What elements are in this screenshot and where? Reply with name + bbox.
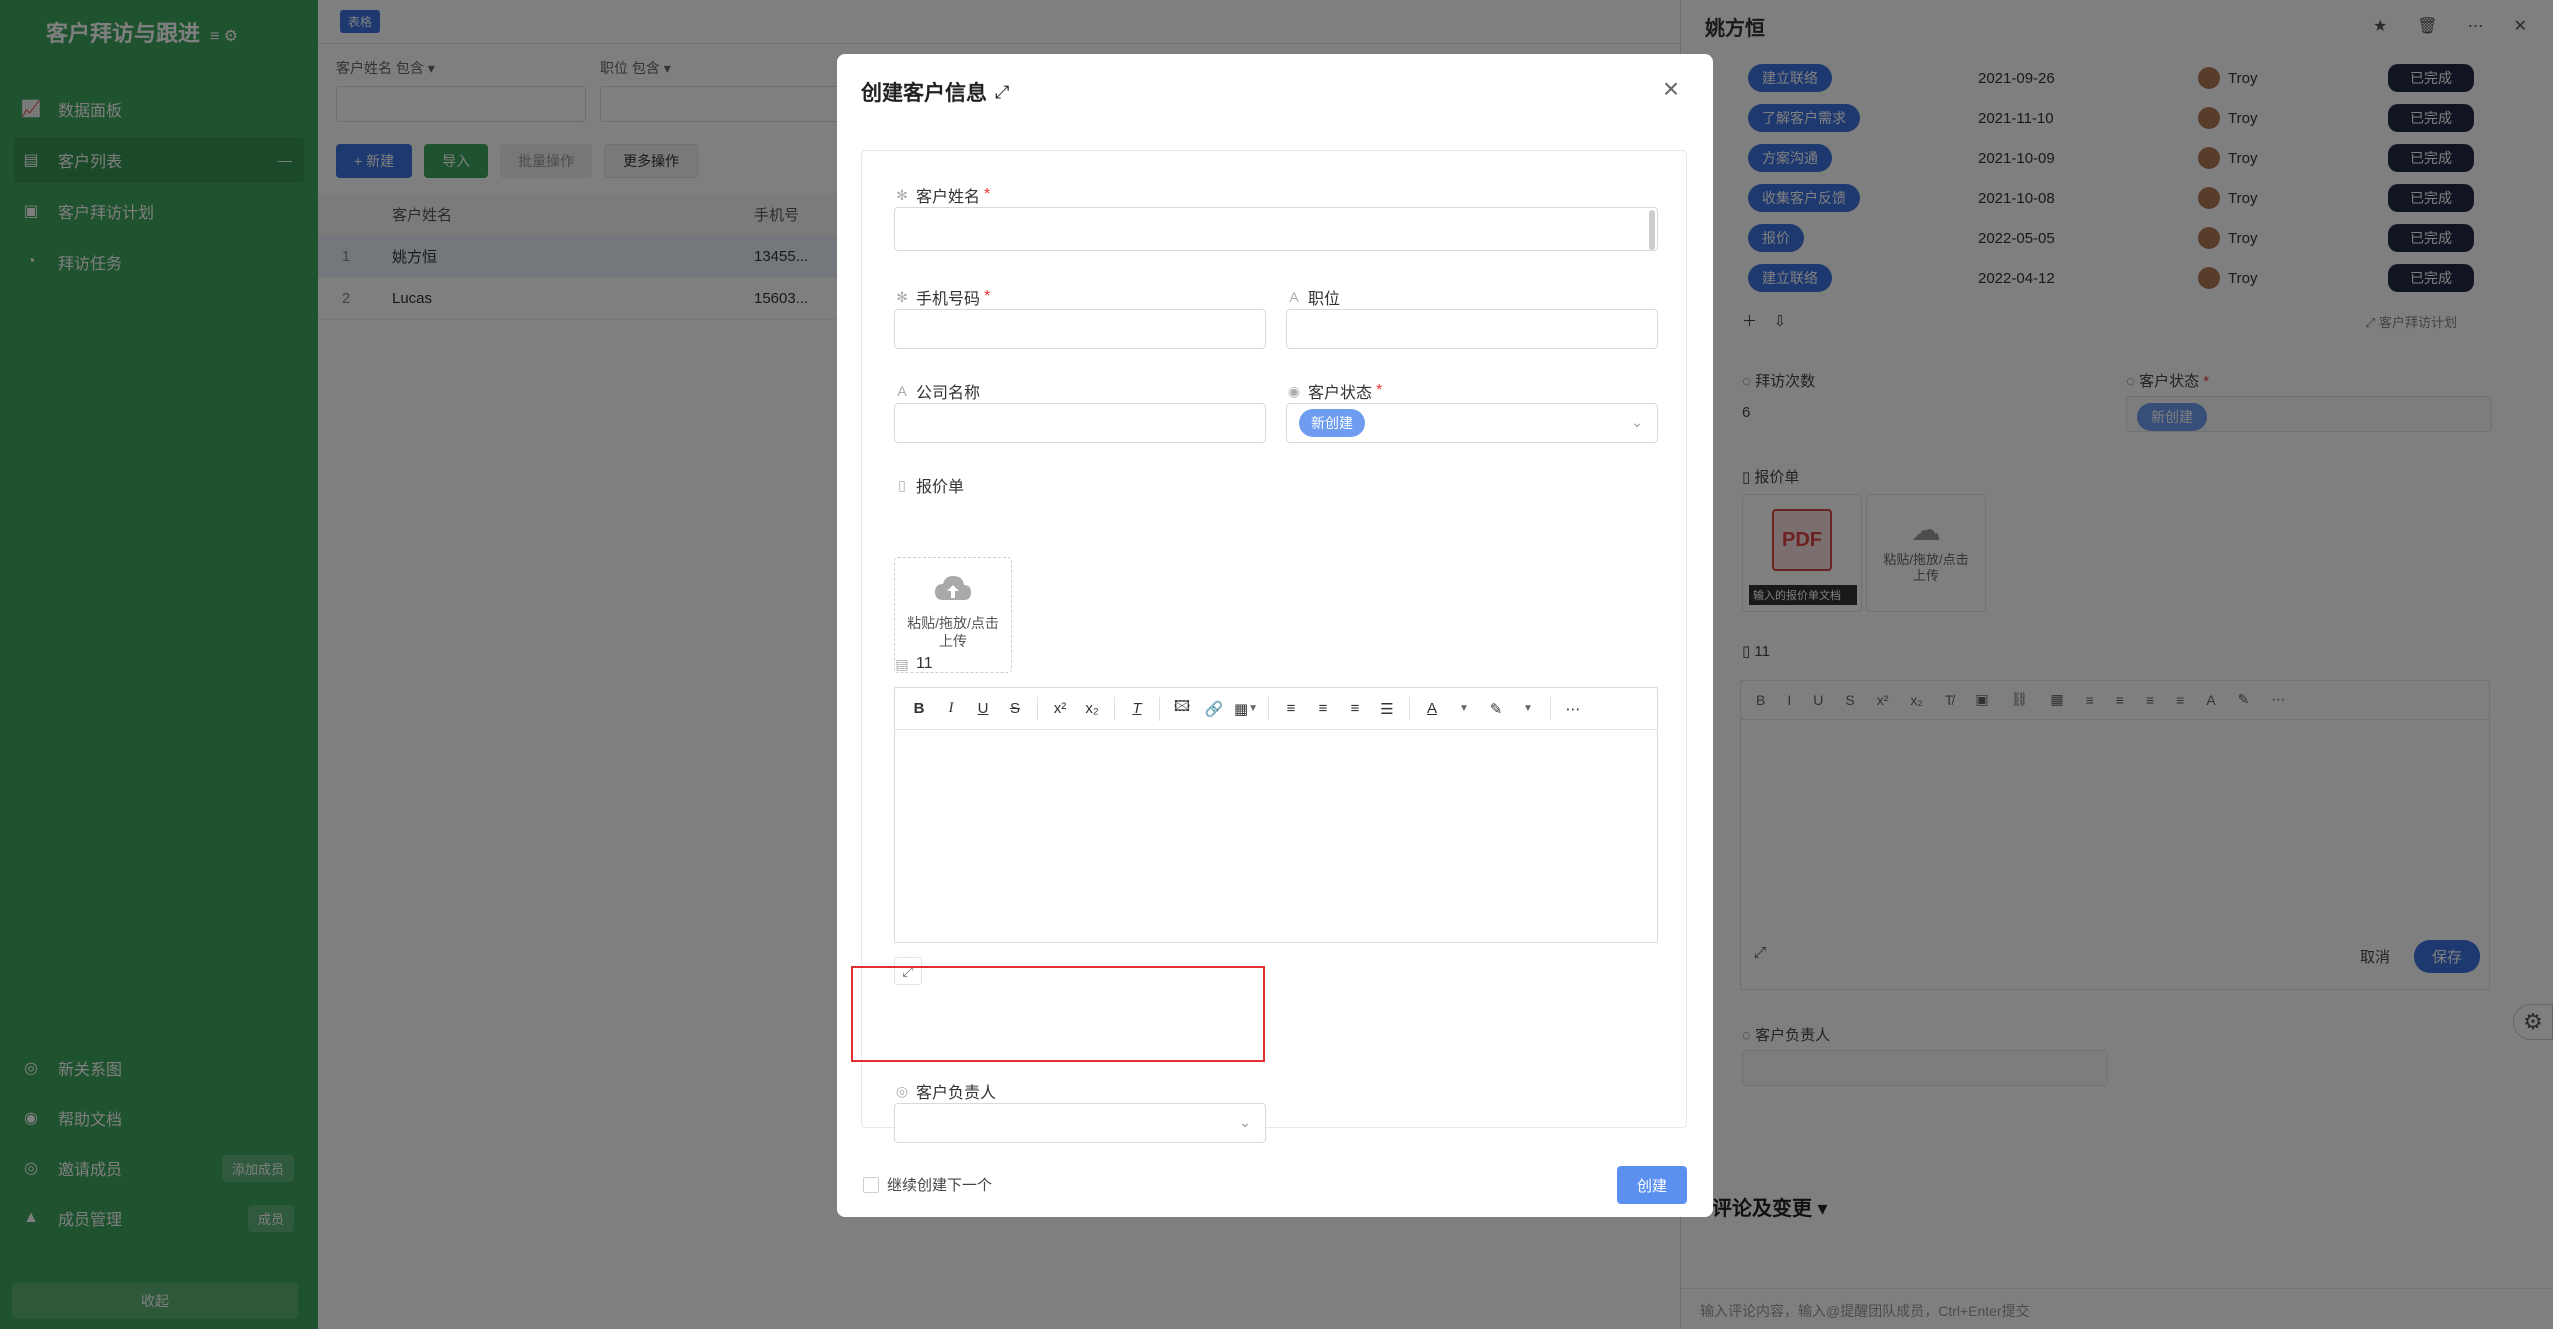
underline-icon[interactable]: U: [967, 695, 999, 723]
owner-highlight-box: [851, 966, 1265, 1062]
subscript-icon[interactable]: x₂: [1076, 695, 1108, 723]
toolbar-divider: [1037, 696, 1038, 721]
status-pill: 新创建: [1299, 409, 1365, 437]
company-label: A 公司名称: [894, 379, 980, 403]
upload-hint: 粘贴/拖放/点击上传: [907, 615, 999, 649]
position-label: A 职位: [1286, 285, 1340, 309]
phone-label: ✻ 手机号码 *: [894, 285, 990, 309]
quote-label: ▯ 报价单: [894, 473, 964, 497]
highlight-dropdown-icon[interactable]: ▼: [1512, 695, 1544, 723]
text-icon: A: [1289, 289, 1299, 305]
table-icon[interactable]: ▦ ▼: [1230, 695, 1262, 723]
checkbox-box[interactable]: [863, 1176, 879, 1193]
text-icon: A: [897, 383, 907, 399]
modal-title-text: 创建客户信息: [861, 82, 987, 105]
expand-icon[interactable]: ⤢: [995, 82, 1009, 103]
font-color-dropdown-icon[interactable]: ▼: [1448, 695, 1480, 723]
chevron-down-icon: ⌄: [1631, 414, 1643, 430]
name-label-text: 客户姓名: [916, 189, 981, 206]
toolbar-divider: [1114, 696, 1115, 721]
highlight-color-icon[interactable]: ✎: [1480, 695, 1512, 723]
field11-label-text: 11: [916, 655, 933, 672]
align-justify-icon[interactable]: ☰: [1371, 695, 1403, 723]
required-mark: *: [984, 186, 991, 203]
file-icon: ▤: [895, 655, 909, 672]
owner-label: ◎ 客户负责人: [894, 1079, 996, 1103]
position-input[interactable]: [1286, 309, 1658, 349]
toolbar-divider: [1409, 696, 1410, 721]
required-mark: *: [1376, 382, 1383, 399]
owner-label-text: 客户负责人: [916, 1085, 997, 1102]
continue-create-checkbox[interactable]: 继续创建下一个: [863, 1174, 992, 1195]
owner-select[interactable]: ⌄: [894, 1103, 1266, 1143]
quote-label-text: 报价单: [916, 479, 965, 496]
user-icon: ◎: [895, 1082, 909, 1099]
strikethrough-icon[interactable]: S: [999, 695, 1031, 723]
file-icon: ▯: [898, 476, 906, 493]
bold-icon[interactable]: B: [903, 695, 935, 723]
company-input[interactable]: [894, 403, 1266, 443]
toolbar-divider: [1268, 696, 1269, 721]
check-circle-icon: ◉: [1287, 382, 1301, 399]
create-button[interactable]: 创建: [1617, 1166, 1687, 1204]
status-select[interactable]: 新创建 ⌄: [1286, 403, 1658, 443]
image-icon[interactable]: 🖾: [1166, 695, 1198, 723]
modal-title: 创建客户信息 ⤢: [861, 74, 1009, 110]
more-icon[interactable]: ⋯: [1557, 695, 1589, 723]
editor-content-area[interactable]: [895, 730, 1657, 942]
create-customer-modal: 创建客户信息 ⤢ × ✻ 客户姓名 * ✻ 手机号码 * A 职位 A 公司名称: [837, 54, 1713, 1217]
modal-footer: 继续创建下一个 创建: [837, 1154, 1713, 1217]
close-icon[interactable]: ×: [1655, 74, 1687, 106]
status-label: ◉ 客户状态 *: [1286, 379, 1382, 403]
align-left-icon[interactable]: ≡: [1275, 695, 1307, 723]
position-label-text: 职位: [1308, 291, 1341, 308]
editor-toolbar: B I U S x² x₂ T 🖾 🔗 ▦ ▼ ≡ ≡ ≡ ☰ A ▼ ✎ ▼ …: [895, 688, 1657, 730]
phone-input[interactable]: [894, 309, 1266, 349]
status-label-text: 客户状态: [1308, 385, 1373, 402]
asterisk-icon: ✻: [896, 186, 908, 203]
font-color-icon[interactable]: A: [1416, 695, 1448, 723]
rich-text-editor: B I U S x² x₂ T 🖾 🔗 ▦ ▼ ≡ ≡ ≡ ☰ A ▼ ✎ ▼ …: [894, 687, 1658, 943]
align-center-icon[interactable]: ≡: [1307, 695, 1339, 723]
phone-label-text: 手机号码: [916, 291, 981, 308]
cloud-upload-icon: [935, 576, 971, 600]
align-right-icon[interactable]: ≡: [1339, 695, 1371, 723]
name-input-scrollbar[interactable]: [1649, 210, 1655, 250]
chevron-down-icon: ⌄: [1239, 1114, 1251, 1130]
name-input[interactable]: [894, 207, 1658, 251]
asterisk-icon: ✻: [896, 288, 908, 305]
required-mark: *: [984, 288, 991, 305]
field11-label: ▤ 11: [894, 655, 933, 673]
italic-icon[interactable]: I: [935, 695, 967, 723]
continue-create-label: 继续创建下一个: [887, 1177, 993, 1194]
link-icon[interactable]: 🔗: [1198, 695, 1230, 723]
toolbar-divider: [1159, 696, 1160, 721]
clear-format-icon[interactable]: T: [1121, 695, 1153, 723]
company-label-text: 公司名称: [916, 385, 981, 402]
name-label: ✻ 客户姓名 *: [894, 183, 990, 207]
toolbar-divider: [1550, 696, 1551, 721]
superscript-icon[interactable]: x²: [1044, 695, 1076, 723]
